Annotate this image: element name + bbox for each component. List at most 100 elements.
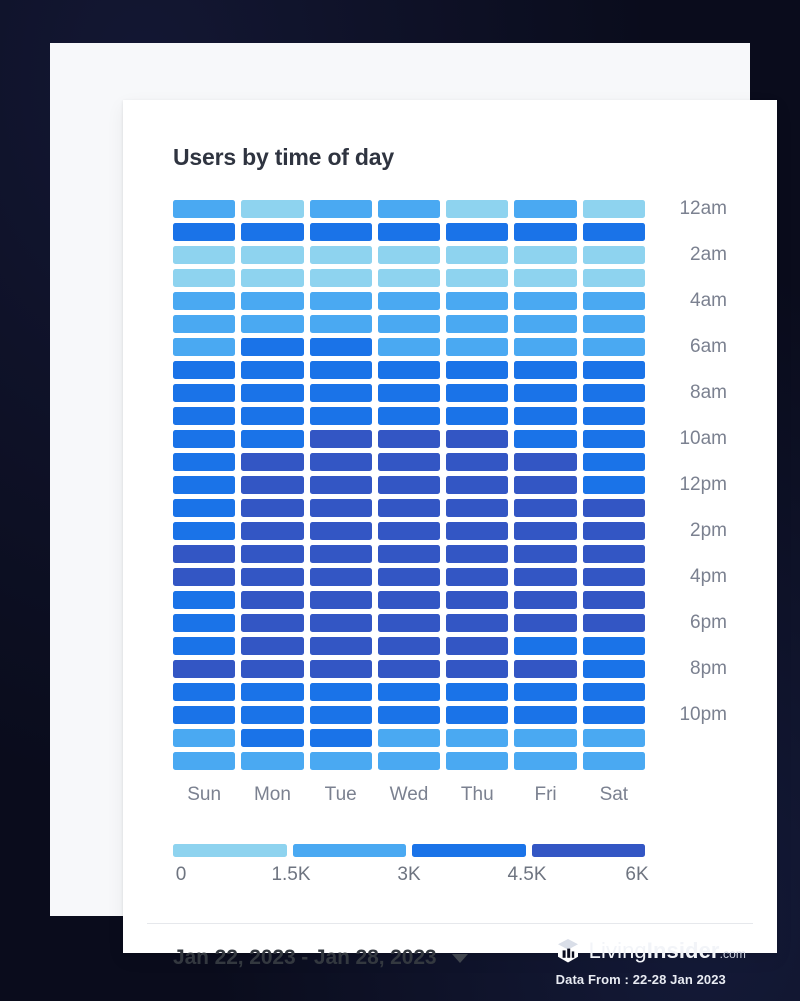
heatmap-cell[interactable]	[377, 453, 441, 471]
heatmap-cell[interactable]	[309, 361, 372, 379]
heatmap-cell[interactable]	[582, 453, 645, 471]
heatmap-cell[interactable]	[446, 568, 509, 586]
heatmap-cell[interactable]	[173, 637, 236, 655]
heatmap-cell[interactable]	[377, 522, 441, 540]
heatmap-cell[interactable]	[514, 246, 577, 264]
heatmap-cell[interactable]	[173, 200, 236, 218]
heatmap-cell[interactable]	[377, 407, 441, 425]
heatmap-cell[interactable]	[582, 637, 645, 655]
heatmap-cell[interactable]	[173, 683, 236, 701]
heatmap-cell[interactable]	[309, 499, 372, 517]
heatmap-cell[interactable]	[241, 246, 304, 264]
heatmap-cell[interactable]	[582, 361, 645, 379]
heatmap-cell[interactable]	[582, 522, 645, 540]
heatmap-cell[interactable]	[446, 223, 509, 241]
heatmap-cell[interactable]	[582, 223, 645, 241]
heatmap-cell[interactable]	[514, 315, 577, 333]
heatmap-cell[interactable]	[241, 430, 304, 448]
heatmap-cell[interactable]	[377, 246, 441, 264]
heatmap-cell[interactable]	[173, 269, 236, 287]
heatmap-cell[interactable]	[514, 407, 577, 425]
heatmap-cell[interactable]	[377, 430, 441, 448]
heatmap-cell[interactable]	[377, 269, 441, 287]
heatmap-cell[interactable]	[173, 499, 236, 517]
heatmap-cell[interactable]	[309, 683, 372, 701]
heatmap-cell[interactable]	[582, 499, 645, 517]
heatmap-cell[interactable]	[241, 729, 304, 747]
heatmap-cell[interactable]	[446, 361, 509, 379]
heatmap-cell[interactable]	[241, 637, 304, 655]
heatmap-cell[interactable]	[446, 614, 509, 632]
heatmap-cell[interactable]	[309, 315, 372, 333]
heatmap-cell[interactable]	[241, 453, 304, 471]
heatmap-cell[interactable]	[173, 614, 236, 632]
heatmap-cell[interactable]	[173, 338, 236, 356]
heatmap-cell[interactable]	[446, 430, 509, 448]
chevron-down-icon[interactable]	[451, 953, 468, 963]
heatmap-cell[interactable]	[582, 407, 645, 425]
heatmap-cell[interactable]	[377, 361, 441, 379]
heatmap-cell[interactable]	[309, 407, 372, 425]
heatmap-cell[interactable]	[582, 545, 645, 563]
heatmap-cell[interactable]	[446, 338, 509, 356]
heatmap-cell[interactable]	[446, 246, 509, 264]
heatmap-cell[interactable]	[309, 591, 372, 609]
heatmap-cell[interactable]	[309, 614, 372, 632]
heatmap-cell[interactable]	[514, 706, 577, 724]
heatmap-cell[interactable]	[309, 545, 372, 563]
heatmap-cell[interactable]	[377, 706, 441, 724]
heatmap-cell[interactable]	[446, 522, 509, 540]
heatmap-cell[interactable]	[377, 292, 441, 310]
heatmap-cell[interactable]	[446, 683, 509, 701]
heatmap-cell[interactable]	[582, 568, 645, 586]
heatmap-cell[interactable]	[173, 246, 236, 264]
heatmap-cell[interactable]	[514, 200, 577, 218]
heatmap-cell[interactable]	[241, 200, 304, 218]
heatmap-cell[interactable]	[377, 384, 441, 402]
heatmap-cell[interactable]	[582, 269, 645, 287]
heatmap-cell[interactable]	[514, 683, 577, 701]
heatmap-cell[interactable]	[241, 361, 304, 379]
heatmap-cell[interactable]	[173, 545, 236, 563]
heatmap-cell[interactable]	[582, 476, 645, 494]
heatmap-cell[interactable]	[446, 292, 509, 310]
heatmap-cell[interactable]	[309, 269, 372, 287]
heatmap-cell[interactable]	[446, 591, 509, 609]
heatmap-cell[interactable]	[514, 591, 577, 609]
heatmap-cell[interactable]	[582, 683, 645, 701]
heatmap-cell[interactable]	[173, 407, 236, 425]
heatmap-cell[interactable]	[514, 568, 577, 586]
heatmap-cell[interactable]	[514, 453, 577, 471]
heatmap-cell[interactable]	[377, 729, 441, 747]
heatmap-cell[interactable]	[309, 384, 372, 402]
heatmap-cell[interactable]	[173, 430, 236, 448]
heatmap-cell[interactable]	[514, 476, 577, 494]
heatmap-cell[interactable]	[582, 660, 645, 678]
heatmap-cell[interactable]	[377, 200, 441, 218]
heatmap-cell[interactable]	[241, 384, 304, 402]
heatmap-cell[interactable]	[582, 292, 645, 310]
heatmap-cell[interactable]	[241, 315, 304, 333]
heatmap-cell[interactable]	[514, 269, 577, 287]
heatmap-cell[interactable]	[309, 453, 372, 471]
heatmap-cell[interactable]	[241, 223, 304, 241]
heatmap-cell[interactable]	[241, 522, 304, 540]
heatmap-cell[interactable]	[309, 568, 372, 586]
heatmap-cell[interactable]	[377, 315, 441, 333]
heatmap-cell[interactable]	[377, 660, 441, 678]
heatmap-cell[interactable]	[446, 407, 509, 425]
heatmap-cell[interactable]	[309, 637, 372, 655]
heatmap-cell[interactable]	[377, 752, 441, 770]
heatmap-cell[interactable]	[309, 200, 372, 218]
heatmap-cell[interactable]	[241, 614, 304, 632]
heatmap-cell[interactable]	[309, 292, 372, 310]
heatmap-cell[interactable]	[173, 706, 236, 724]
heatmap-cell[interactable]	[241, 568, 304, 586]
heatmap-cell[interactable]	[173, 729, 236, 747]
heatmap-cell[interactable]	[446, 315, 509, 333]
heatmap-cell[interactable]	[173, 591, 236, 609]
heatmap-cell[interactable]	[241, 499, 304, 517]
heatmap-cell[interactable]	[514, 522, 577, 540]
heatmap-cell[interactable]	[514, 729, 577, 747]
heatmap-cell[interactable]	[377, 499, 441, 517]
